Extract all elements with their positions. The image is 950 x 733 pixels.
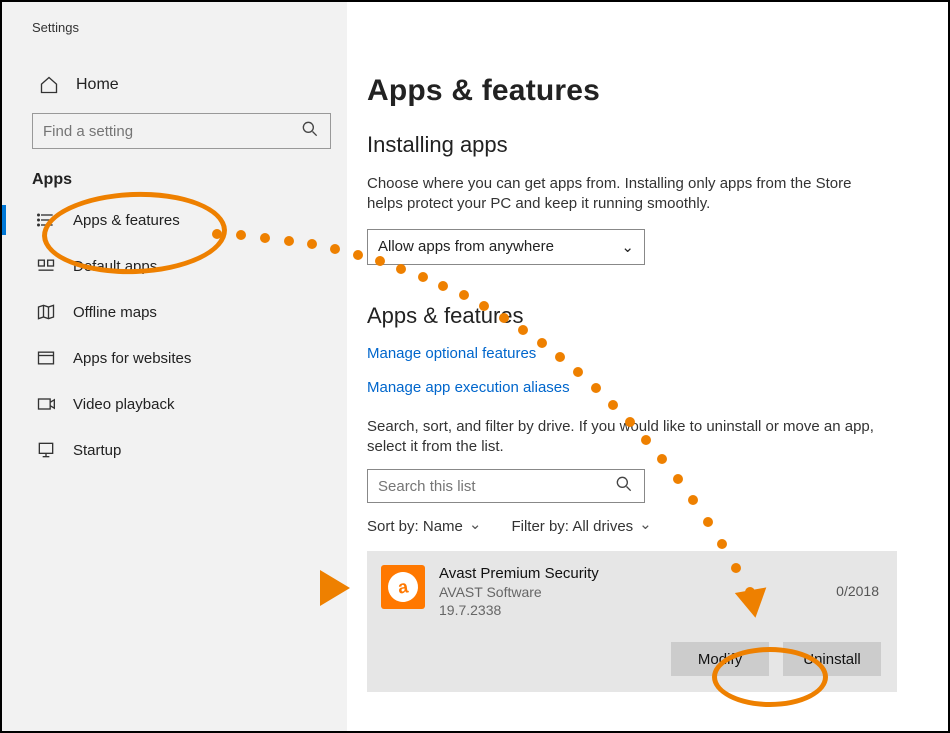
nav-label: Offline maps [73, 304, 157, 321]
search-app-input[interactable] [378, 478, 614, 495]
find-setting-search[interactable] [32, 113, 331, 149]
installing-heading: Installing apps [367, 132, 948, 158]
nav-label: Video playback [73, 396, 174, 413]
sort-label: Sort by: [367, 518, 419, 535]
manage-execution-aliases-link[interactable]: Manage app execution aliases [367, 379, 570, 396]
home-nav[interactable]: Home [2, 35, 347, 95]
apps-features-subheading: Apps & features [367, 303, 948, 329]
home-icon [36, 75, 62, 95]
filter-value: All drives [572, 518, 651, 535]
sort-by-control[interactable]: Sort by: Name [367, 517, 481, 535]
installing-desc: Choose where you can get apps from. Inst… [367, 174, 877, 215]
install-source-dropdown[interactable]: Allow apps from anywhere ⌄ [367, 229, 645, 265]
nav-default-apps[interactable]: Default apps [2, 243, 347, 289]
sort-filter-row: Sort by: Name Filter by: All drives [367, 517, 948, 535]
nav-apps-for-websites[interactable]: Apps for websites [2, 335, 347, 381]
filter-by-control[interactable]: Filter by: All drives [511, 517, 651, 535]
app-publisher: AVAST Software [439, 584, 881, 600]
map-icon [33, 302, 59, 322]
video-icon [33, 394, 59, 414]
settings-window: Settings Home Apps Apps & features Defa [0, 0, 950, 733]
nav-video-playback[interactable]: Video playback [2, 381, 347, 427]
defaults-icon [33, 256, 59, 276]
manage-optional-features-link[interactable]: Manage optional features [367, 345, 536, 362]
chevron-down-icon: ⌄ [621, 238, 634, 256]
list-icon [33, 210, 59, 230]
nav-offline-maps[interactable]: Offline maps [2, 289, 347, 335]
find-setting-input[interactable] [43, 123, 300, 140]
sidebar: Settings Home Apps Apps & features Defa [2, 2, 347, 731]
nav-label: Apps & features [73, 212, 180, 229]
filter-desc: Search, sort, and filter by drive. If yo… [367, 417, 877, 458]
app-date: 0/2018 [836, 583, 879, 599]
search-icon [300, 119, 320, 144]
app-list-item[interactable]: a Avast Premium Security AVAST Software … [367, 551, 897, 692]
startup-icon [33, 440, 59, 460]
nav-startup[interactable]: Startup [2, 427, 347, 473]
search-app-list[interactable] [367, 469, 645, 503]
search-icon [614, 474, 634, 498]
filter-label: Filter by: [511, 518, 569, 535]
window-title: Settings [2, 2, 347, 35]
install-source-value: Allow apps from anywhere [378, 238, 554, 255]
main-pane: Apps & features Installing apps Choose w… [347, 2, 948, 731]
nav-label: Apps for websites [73, 350, 191, 367]
modify-button[interactable]: Modify [671, 642, 769, 676]
app-version: 19.7.2338 [439, 602, 881, 618]
page-title: Apps & features [367, 2, 948, 108]
app-name: Avast Premium Security [439, 565, 881, 582]
nav-apps-features[interactable]: Apps & features [2, 197, 347, 243]
websites-icon [33, 348, 59, 368]
uninstall-button[interactable]: Uninstall [783, 642, 881, 676]
nav-label: Default apps [73, 258, 157, 275]
avast-logo-icon: a [381, 565, 425, 609]
home-label: Home [76, 76, 119, 94]
section-label: Apps [2, 149, 347, 197]
nav-label: Startup [73, 442, 121, 459]
sort-value: Name [423, 518, 482, 535]
